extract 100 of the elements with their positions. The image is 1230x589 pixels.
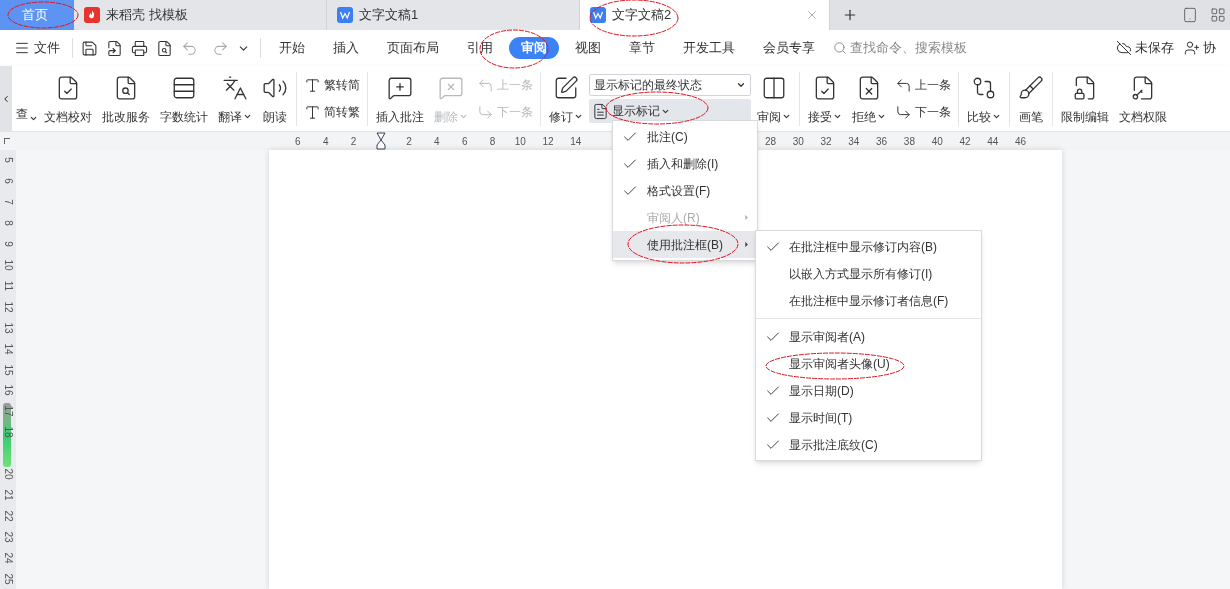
edit-document-icon	[553, 74, 579, 101]
ruler-number: 25	[3, 573, 13, 585]
menu-item[interactable]: 显示审阅者头像(U)	[756, 350, 981, 377]
ribbon-tab[interactable]: 插入	[321, 37, 371, 59]
menu-item[interactable]: 显示时间(T)	[756, 404, 981, 431]
menu-item[interactable]: 在批注框中显示修订内容(B)	[756, 233, 981, 260]
ruler-number: 6	[294, 134, 302, 149]
caret-icon	[877, 112, 886, 121]
menu-item[interactable]: 以嵌入方式显示所有修订(I)	[756, 260, 981, 287]
flame-logo-icon	[84, 7, 100, 23]
menu-item[interactable]: 显示审阅者(A)	[756, 323, 981, 350]
ribbon-small-button[interactable]: 上一条	[892, 73, 954, 97]
command-search-field[interactable]: 查找命令、搜索模板	[833, 38, 967, 58]
ribbon-button[interactable]: 比较	[963, 70, 1005, 127]
markup-state-select[interactable]: 显示标记的最终状态	[589, 74, 751, 96]
save-status-button[interactable]: 未保存	[1116, 38, 1174, 58]
caret-icon	[736, 80, 746, 90]
ruler-number: 4	[321, 134, 330, 149]
ribbon-small-button[interactable]: 下一条	[892, 100, 954, 124]
document-tab[interactable]: 来稻壳 找模板	[74, 0, 327, 30]
search-icon	[833, 41, 847, 55]
ruler-number: 34	[847, 134, 861, 149]
ribbon-tab[interactable]: 页面布局	[375, 37, 451, 59]
ruler-number: 17	[3, 405, 13, 417]
document-icon	[592, 102, 609, 120]
ruler-number: 40	[930, 134, 944, 149]
new-tab-icon[interactable]	[842, 7, 858, 23]
ruler-number: 32	[819, 134, 833, 149]
ribbon-button[interactable]: 字数统计	[156, 70, 212, 127]
ribbon-button[interactable]: 拒绝	[848, 70, 890, 127]
writer-logo-icon	[337, 7, 353, 23]
caret-icon	[574, 112, 583, 121]
ribbon-button[interactable]: 朗读	[258, 70, 292, 127]
print-icon[interactable]	[131, 39, 148, 57]
caret-icon	[833, 112, 842, 121]
menu-item[interactable]: 格式设置(F)	[613, 177, 757, 204]
ribbon-button[interactable]: 文档权限	[1115, 70, 1171, 127]
ruler-number: 24	[3, 552, 13, 564]
collaborate-button[interactable]: 协	[1184, 38, 1230, 58]
redo-icon[interactable]	[212, 39, 229, 57]
user-add-icon	[1184, 40, 1200, 56]
submenu-arrow-icon	[742, 240, 751, 249]
ribbon-button[interactable]: 接受	[804, 70, 846, 127]
ribbon-tab[interactable]: 开始	[267, 37, 317, 59]
tab-stop-icon	[4, 138, 10, 144]
ribbon-button[interactable]: 翻译	[214, 70, 256, 127]
indent-marker-icon[interactable]	[376, 132, 387, 150]
caret-icon	[782, 112, 791, 121]
ruler-number: 36	[875, 134, 889, 149]
ruler-number: 5	[3, 157, 13, 164]
ruler-number: 6	[3, 178, 13, 185]
grid-icon[interactable]	[1210, 7, 1226, 23]
ribbon-small-button[interactable]: 简转繁	[301, 100, 363, 124]
ruler-number: 6	[460, 134, 469, 149]
ribbon-tab[interactable]: 会员专享	[751, 37, 827, 59]
menu-item[interactable]: 使用批注框(B)	[613, 231, 757, 258]
translate-icon	[222, 74, 248, 101]
undo-icon[interactable]	[181, 39, 198, 57]
ribbon-button[interactable]: 画笔	[1014, 70, 1048, 127]
next-icon	[895, 103, 912, 121]
ribbon-button[interactable]: 限制编辑	[1057, 70, 1113, 127]
menu-item[interactable]: 在批注框中显示修订者信息(F)	[756, 287, 981, 314]
ribbon-tab[interactable]: 审阅	[509, 37, 559, 59]
caret-icon	[992, 112, 1001, 121]
ribbon-button[interactable]: 插入批注	[372, 70, 428, 127]
ruler-number: 28	[763, 134, 777, 149]
ruler-number: 8	[488, 134, 497, 149]
save-icon[interactable]	[81, 39, 98, 57]
ribbon-tab[interactable]: 开发工具	[671, 37, 747, 59]
menu-item[interactable]: 显示批注底纹(C)	[756, 431, 981, 458]
ruler-number: 11	[3, 280, 13, 292]
ruler-number: 23	[3, 531, 13, 543]
ruler-number: 2	[405, 134, 413, 149]
menu-item[interactable]: 显示日期(D)	[756, 377, 981, 404]
ruler-number: 16	[3, 384, 13, 396]
chevron-left-icon	[1, 93, 11, 104]
document-tab[interactable]: 文字文稿1	[327, 0, 580, 30]
caret-icon	[459, 112, 468, 121]
file-menu-button[interactable]: 文件	[14, 38, 68, 58]
ruler-number: 2	[349, 134, 358, 149]
ribbon-tab[interactable]: 章节	[617, 37, 667, 59]
ribbon-small-button[interactable]: 繁转简	[301, 73, 363, 97]
export-icon[interactable]	[106, 39, 123, 57]
ribbon-button[interactable]: 文档校对	[40, 70, 96, 127]
ribbon-tab[interactable]: 引用	[455, 37, 505, 59]
ruler-number: 13	[3, 322, 13, 334]
ruler-number: 14	[3, 343, 13, 355]
previous-icon	[477, 76, 494, 94]
ribbon-button[interactable]: 修订	[545, 70, 587, 127]
cloud-icon	[1116, 40, 1132, 56]
ruler-number: 10	[3, 259, 13, 271]
print-preview-icon[interactable]	[156, 39, 173, 57]
ribbon-button[interactable]: 批改服务	[98, 70, 154, 127]
menu-item[interactable]: 插入和删除(I)	[613, 150, 757, 177]
ribbon-small-button[interactable]: 显示标记	[589, 99, 751, 123]
ribbon-button[interactable]: 查	[16, 70, 38, 127]
ruler-number: 44	[986, 134, 1000, 149]
ribbon-tab[interactable]: 视图	[563, 37, 613, 59]
document-tab[interactable]: 文字文稿2	[580, 0, 830, 30]
ruler-number: 12	[3, 301, 13, 313]
